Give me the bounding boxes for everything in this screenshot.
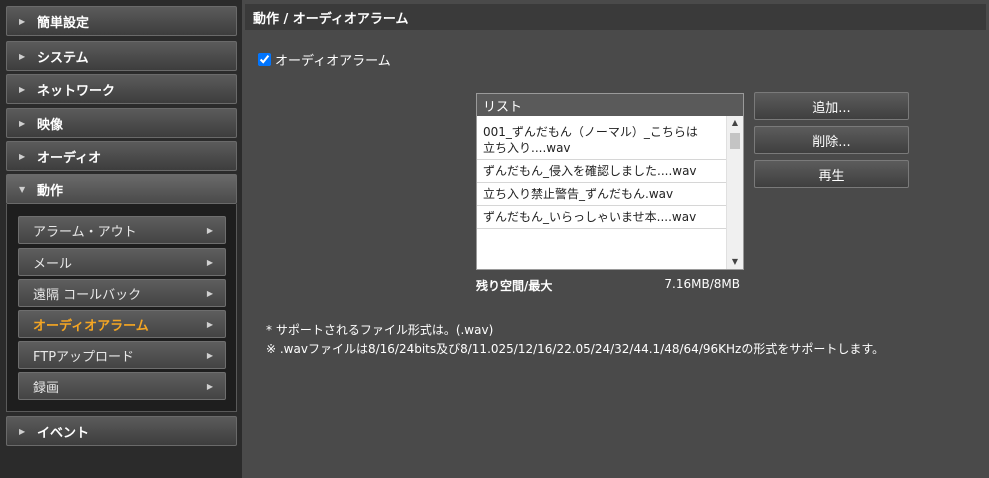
sidebar-item-label: イベント (37, 425, 90, 441)
chevron-down-icon: ▼ (19, 184, 26, 194)
storage-value: 7.16MB/8MB (664, 277, 740, 291)
audio-file-list: リスト 001_ずんだもん（ノーマル）_こちらは 立ち入り....wav ずんだ… (476, 93, 744, 270)
chevron-right-icon: ▶ (206, 257, 213, 267)
list-header: リスト (477, 94, 743, 116)
sidebar-item-audio[interactable]: ▶ オーディオ (6, 141, 237, 171)
sidebar-item-network[interactable]: ▶ ネットワーク (6, 74, 237, 104)
sidebar-item-label: 簡単設定 (37, 15, 90, 31)
submenu-item-label: 録画 (33, 380, 60, 396)
list-item[interactable]: ずんだもん_いらっしゃいませ本....wav (477, 206, 727, 229)
chevron-right-icon: ▶ (206, 319, 213, 329)
chevron-right-icon: ▶ (206, 288, 213, 298)
submenu-item-mail[interactable]: メール ▶ (18, 248, 226, 276)
page-title: 動作 / オーディオアラーム (245, 4, 986, 30)
scroll-thumb[interactable] (730, 133, 740, 149)
submenu-item-alarm-out[interactable]: アラーム・アウト ▶ (18, 216, 226, 244)
sidebar-item-label: オーディオ (37, 150, 102, 166)
scroll-up-icon[interactable]: ▲ (727, 116, 743, 130)
submenu-item-remote-callback[interactable]: 遠隔 コールバック ▶ (18, 279, 226, 307)
storage-label: 残り空間/最大 (476, 279, 553, 293)
sidebar-item-label: 映像 (37, 117, 64, 133)
chevron-right-icon: ▶ (206, 381, 213, 391)
scroll-down-icon[interactable]: ▼ (727, 255, 743, 269)
submenu-item-audio-alarm[interactable]: オーディオアラーム ▶ (18, 310, 226, 338)
sidebar-item-system[interactable]: ▶ システム (6, 41, 237, 71)
chevron-right-icon: ▶ (19, 118, 26, 128)
list-item[interactable]: 001_ずんだもん（ノーマル）_こちらは 立ち入り....wav (477, 121, 727, 160)
sidebar-item-label: 動作 (37, 183, 64, 199)
wav-format-note: ※ .wavファイルは8/16/24bits及び8/11.025/12/16/2… (266, 342, 885, 356)
list-item[interactable]: 立ち入り禁止警告_ずんだもん.wav (477, 183, 727, 206)
chevron-right-icon: ▶ (206, 350, 213, 360)
sidebar-item-video[interactable]: ▶ 映像 (6, 108, 237, 138)
supported-format-note: * サポートされるファイル形式は。(.wav) (266, 323, 494, 337)
audio-alarm-label: オーディオアラーム (275, 54, 391, 69)
submenu-item-recording[interactable]: 録画 ▶ (18, 372, 226, 400)
chevron-right-icon: ▶ (19, 51, 26, 61)
submenu-item-label: 遠隔 コールバック (33, 287, 142, 303)
add-button[interactable]: 追加... (754, 92, 909, 120)
operation-submenu: アラーム・アウト ▶ メール ▶ 遠隔 コールバック ▶ オーディオアラーム ▶… (6, 204, 237, 412)
sidebar-item-quick-setup[interactable]: ▶ 簡単設定 (6, 6, 237, 36)
delete-button[interactable]: 削除... (754, 126, 909, 154)
chevron-right-icon: ▶ (19, 426, 26, 436)
play-button[interactable]: 再生 (754, 160, 909, 188)
submenu-item-ftp-upload[interactable]: FTPアップロード ▶ (18, 341, 226, 369)
chevron-right-icon: ▶ (206, 225, 213, 235)
sidebar-item-operation[interactable]: ▼ 動作 (6, 174, 237, 204)
list-rows: 001_ずんだもん（ノーマル）_こちらは 立ち入り....wav ずんだもん_侵… (477, 121, 727, 229)
submenu-item-label: FTPアップロード (33, 349, 135, 365)
sidebar: ▶ 簡単設定 ▶ システム ▶ ネットワーク ▶ 映像 ▶ オーディオ ▼ 動作… (0, 0, 242, 478)
audio-alarm-enable[interactable]: オーディオアラーム (258, 50, 391, 69)
chevron-right-icon: ▶ (19, 84, 26, 94)
list-item[interactable]: ずんだもん_侵入を確認しました....wav (477, 160, 727, 183)
sidebar-item-label: ネットワーク (37, 83, 116, 99)
sidebar-item-label: システム (37, 50, 89, 66)
submenu-item-label: メール (33, 256, 73, 272)
audio-alarm-checkbox[interactable] (258, 53, 271, 66)
chevron-right-icon: ▶ (19, 151, 26, 161)
sidebar-item-event[interactable]: ▶ イベント (6, 416, 237, 446)
submenu-item-label: アラーム・アウト (33, 224, 137, 240)
chevron-right-icon: ▶ (19, 16, 26, 26)
list-scrollbar[interactable]: ▲ ▼ (726, 116, 743, 269)
submenu-item-label: オーディオアラーム (33, 318, 149, 334)
